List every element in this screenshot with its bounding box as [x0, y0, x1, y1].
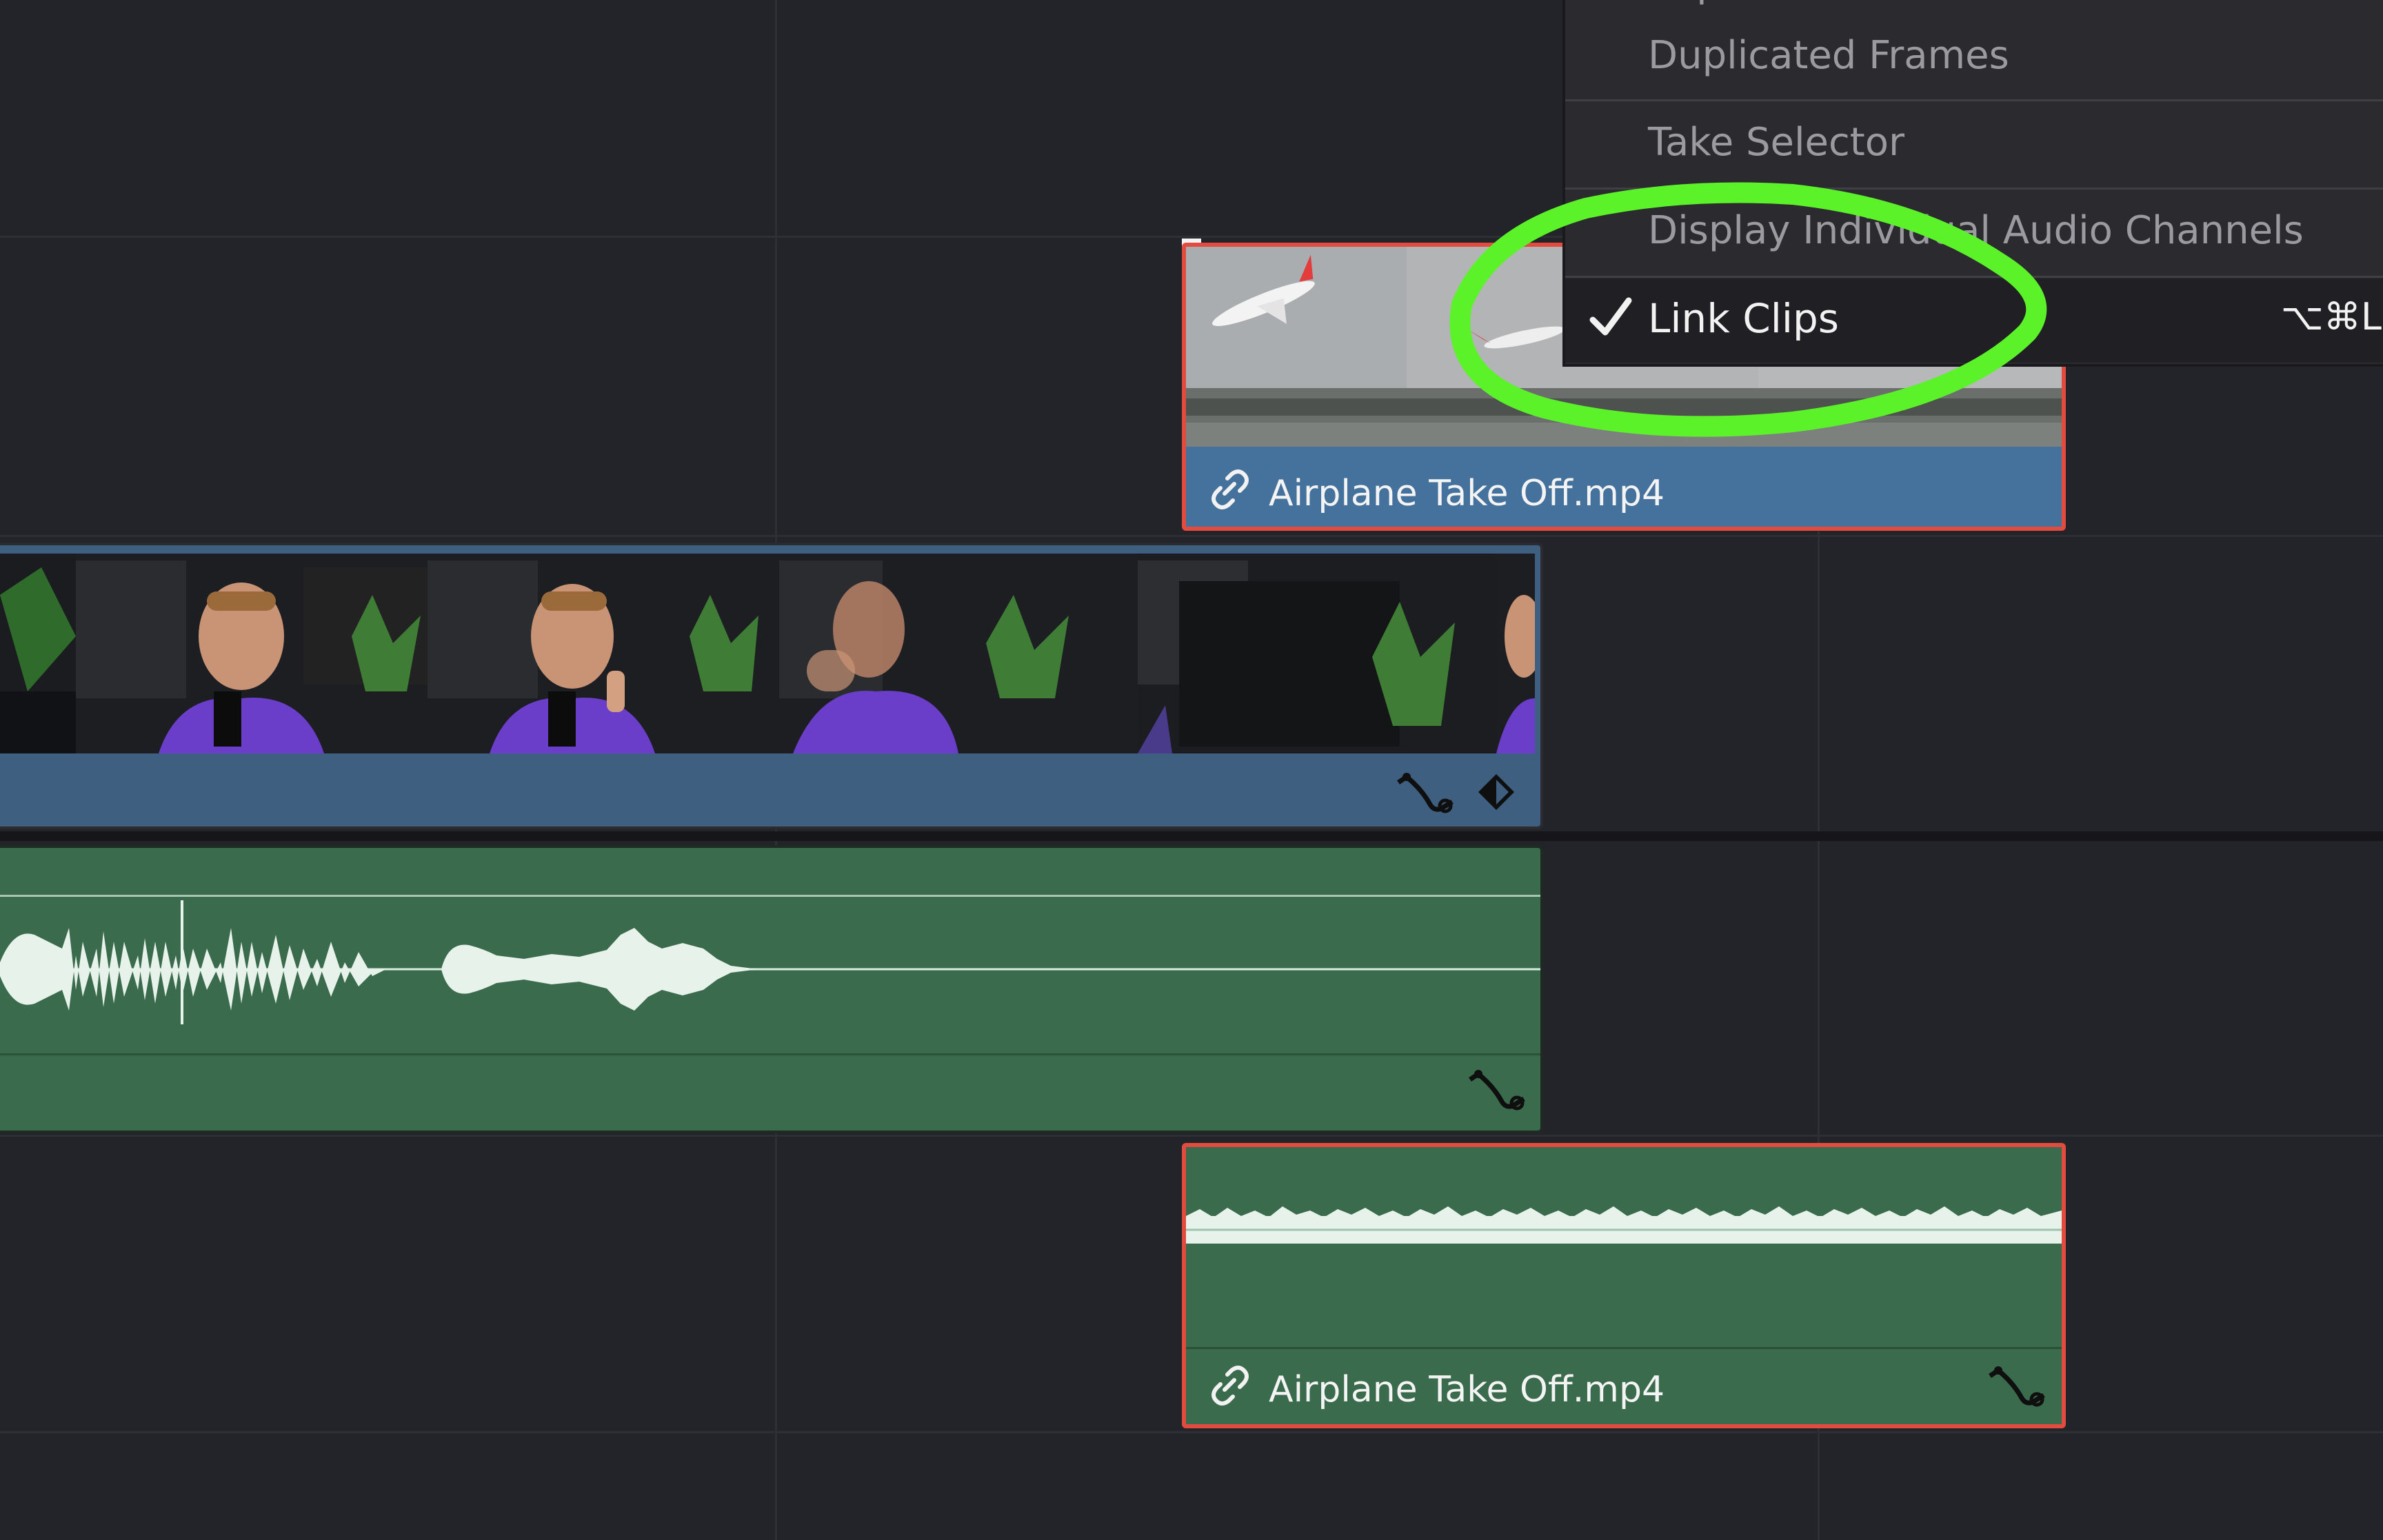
video-thumbnail	[76, 554, 428, 753]
timeline-gridline	[0, 1431, 2383, 1433]
audio-waveform	[0, 900, 1540, 1024]
menu-shortcut: ⌥⌘L	[2280, 295, 2382, 338]
keyframe-icon[interactable]	[1476, 771, 1517, 813]
video-thumbnail	[1138, 554, 1496, 753]
main-audio-clip[interactable]	[0, 845, 1543, 1133]
video-thumbnail	[428, 554, 779, 753]
timeline-gridline	[0, 535, 2383, 537]
menu-item-duplicated-frames[interactable]: Duplicated Frames	[1648, 33, 2009, 78]
audio-level-line	[0, 895, 1540, 897]
menu-separator	[1565, 99, 2383, 101]
timeline-gridline	[0, 1135, 2383, 1137]
menu-item-clip-attributes[interactable]: Clip Attributes...	[1648, 0, 1960, 6]
airplane-audio-clip[interactable]: Airplane Take Off.mp4	[1182, 1143, 2066, 1428]
curve-icon[interactable]	[1466, 1066, 1529, 1115]
video-thumbnail	[0, 554, 76, 753]
audio-divider	[1186, 1347, 2062, 1349]
audio-divider	[0, 1053, 1540, 1055]
link-icon	[1211, 469, 1249, 509]
main-video-clip[interactable]	[0, 543, 1543, 829]
video-thumbnail	[779, 554, 1138, 753]
clip-name: Airplane Take Off.mp4	[1269, 1369, 1665, 1410]
curve-icon[interactable]	[1986, 1362, 2049, 1412]
curve-icon[interactable]	[1394, 769, 1458, 818]
annotation-circle	[1449, 182, 2047, 437]
audio-waveform	[1186, 1206, 2062, 1244]
video-audio-separator	[0, 831, 2383, 841]
link-icon	[1211, 1366, 1249, 1406]
video-thumbnail	[1496, 554, 1535, 753]
menu-item-take-selector[interactable]: Take Selector	[1648, 120, 1904, 165]
clip-name: Airplane Take Off.mp4	[1269, 473, 1665, 514]
main-video-thumbnails	[0, 554, 1535, 753]
